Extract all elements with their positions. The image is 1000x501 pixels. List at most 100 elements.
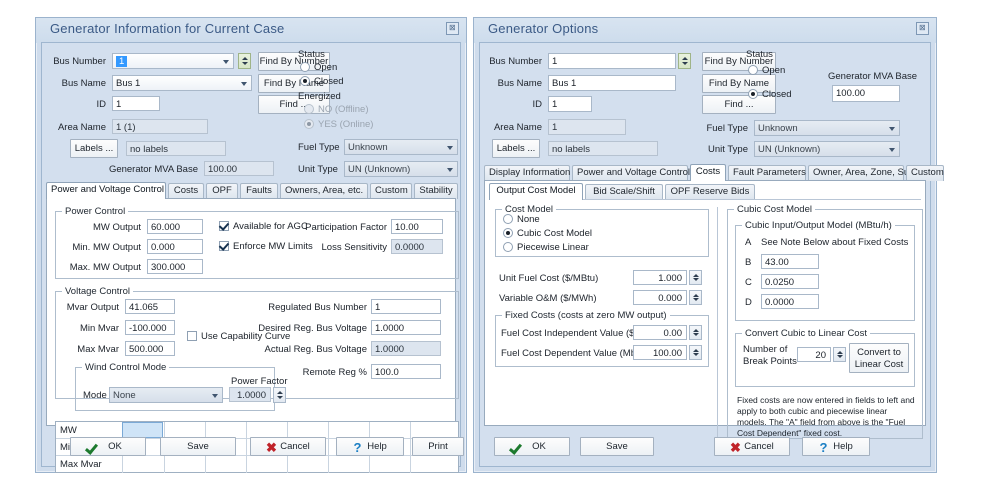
unit-type-combo[interactable]: UN (Unknown)	[344, 161, 458, 177]
labels-button[interactable]: Labels ...	[70, 139, 118, 158]
grid-cell[interactable]	[328, 456, 369, 473]
grid-cell[interactable]	[164, 422, 205, 438]
bus-number-spinner[interactable]	[678, 53, 691, 69]
fuel-cost-dependent-spinner[interactable]	[689, 345, 702, 360]
ok-button[interactable]: OK	[70, 437, 146, 456]
grid-cell[interactable]	[246, 456, 287, 473]
cost-model-piecewise-radio[interactable]: Piecewise Linear	[503, 242, 589, 253]
tab-owners-area-etc[interactable]: Owners, Area, etc.	[280, 183, 368, 199]
grid-cell[interactable]	[410, 456, 451, 473]
grid-cell[interactable]	[205, 456, 246, 473]
mw-output-label: MW Output	[92, 222, 141, 233]
variable-om-spinner[interactable]	[689, 290, 702, 305]
cost-model-cubic-radio[interactable]: Cubic Cost Model	[503, 228, 592, 239]
tab-power-and-voltage-control[interactable]: Power and Voltage Control	[46, 182, 166, 199]
bus-name-field[interactable]: Bus 1	[548, 75, 676, 91]
desired-reg-bus-voltage-field[interactable]: 1.0000	[371, 320, 441, 335]
tab-opf[interactable]: OPF	[206, 183, 238, 199]
tab-custom[interactable]: Custom	[906, 165, 944, 181]
break-points-spinner[interactable]	[833, 347, 846, 362]
power-factor-spinner[interactable]	[273, 387, 286, 403]
grid-cell[interactable]	[164, 456, 205, 473]
tab-display-information[interactable]: Display Information	[484, 165, 570, 181]
mvar-output-label: Mvar Output	[66, 302, 119, 313]
tab-power-and-voltage-control[interactable]: Power and Voltage Control	[572, 165, 690, 181]
fuel-type-combo[interactable]: Unknown	[344, 139, 458, 155]
energized-no-radio[interactable]: NO (Offline)	[304, 104, 369, 115]
min-mw-output-field[interactable]: 0.000	[147, 239, 203, 254]
tab-stability[interactable]: Stability	[414, 183, 458, 199]
coefficient-c-field[interactable]: 0.0250	[761, 274, 819, 289]
fuel-type-combo[interactable]: Unknown	[754, 120, 900, 136]
save-button[interactable]: Save	[160, 437, 236, 456]
wind-mode-combo[interactable]: None	[109, 387, 223, 403]
available-for-agc-checkbox[interactable]: Available for AGC	[219, 221, 308, 232]
grid-cell[interactable]	[369, 422, 410, 438]
cancel-button[interactable]: ✖ Cancel	[714, 437, 790, 456]
help-button[interactable]: ? Help	[336, 437, 404, 456]
unit-type-combo[interactable]: UN (Unknown)	[754, 141, 900, 157]
tab-owner-area-zone-sub[interactable]: Owner, Area, Zone, Sub	[808, 165, 914, 181]
labels-button[interactable]: Labels ...	[492, 139, 540, 158]
subtab-opf-reserve-bids[interactable]: OPF Reserve Bids	[665, 184, 755, 200]
tab-costs[interactable]: Costs	[168, 183, 204, 199]
status-open-radio[interactable]: Open	[748, 65, 785, 76]
coefficient-d-field[interactable]: 0.0000	[761, 294, 819, 309]
cost-model-none-radio[interactable]: None	[503, 214, 540, 225]
table-row[interactable]: Max Mvar	[56, 456, 458, 473]
id-field[interactable]: 1	[112, 96, 160, 111]
min-mvar-field[interactable]: -100.000	[125, 320, 175, 335]
grid-cell[interactable]	[287, 422, 328, 438]
close-icon[interactable]: ⊠	[916, 22, 929, 35]
bus-number-spinner[interactable]	[238, 53, 251, 69]
remote-reg-percent-field[interactable]: 100.0	[371, 364, 441, 379]
status-closed-radio[interactable]: Closed	[300, 76, 344, 87]
regulated-bus-number-field[interactable]: 1	[371, 299, 441, 314]
convert-to-linear-cost-button[interactable]: Convert to Linear Cost	[849, 343, 909, 373]
grid-cell[interactable]	[122, 456, 163, 473]
max-mvar-field[interactable]: 500.000	[125, 341, 175, 356]
unit-fuel-cost-field[interactable]: 1.000	[633, 270, 687, 285]
energized-yes-radio[interactable]: YES (Online)	[304, 119, 373, 130]
generator-mva-base-field[interactable]: 100.00	[832, 85, 900, 102]
tab-fault-parameters[interactable]: Fault Parameters	[728, 165, 806, 181]
save-button[interactable]: Save	[580, 437, 654, 456]
grid-cell[interactable]	[122, 422, 163, 438]
print-button[interactable]: Print	[412, 437, 464, 456]
help-button[interactable]: ? Help	[802, 437, 870, 456]
max-mw-output-field[interactable]: 300.000	[147, 259, 203, 274]
participation-factor-field[interactable]: 10.00	[391, 219, 443, 234]
enforce-mw-limits-checkbox[interactable]: Enforce MW Limits	[219, 241, 313, 252]
cancel-button[interactable]: ✖ Cancel	[250, 437, 326, 456]
mvar-output-field[interactable]: 41.065	[125, 299, 175, 314]
labels-value-field: no labels	[126, 141, 226, 156]
grid-cell[interactable]	[205, 422, 246, 438]
tab-custom[interactable]: Custom	[370, 183, 412, 199]
break-points-field[interactable]: 20	[797, 347, 831, 362]
subtab-bid-scale-shift[interactable]: Bid Scale/Shift	[585, 184, 663, 200]
mw-output-field[interactable]: 60.000	[147, 219, 203, 234]
fuel-cost-independent-spinner[interactable]	[689, 325, 702, 340]
unit-fuel-cost-spinner[interactable]	[689, 270, 702, 285]
fuel-cost-dependent-field[interactable]: 100.00	[633, 345, 687, 360]
grid-cell[interactable]	[246, 422, 287, 438]
grid-cell[interactable]	[328, 422, 369, 438]
bus-number-field[interactable]: 1	[548, 53, 676, 69]
fuel-cost-independent-field[interactable]: 0.00	[633, 325, 687, 340]
status-open-radio[interactable]: Open	[300, 62, 337, 73]
tab-costs[interactable]: Costs	[690, 164, 726, 181]
variable-om-field[interactable]: 0.000	[633, 290, 687, 305]
coefficient-b-field[interactable]: 43.00	[761, 254, 819, 269]
ok-button[interactable]: OK	[494, 437, 570, 456]
grid-cell[interactable]	[287, 456, 328, 473]
status-closed-radio[interactable]: Closed	[748, 89, 792, 100]
subtab-output-cost-model[interactable]: Output Cost Model	[489, 183, 583, 200]
tab-faults[interactable]: Faults	[240, 183, 278, 199]
grid-cell[interactable]	[369, 456, 410, 473]
close-icon[interactable]: ⊠	[446, 22, 459, 35]
bus-number-combo[interactable]: 1	[112, 53, 234, 69]
grid-cell[interactable]	[410, 422, 451, 438]
bus-name-combo[interactable]: Bus 1	[112, 75, 252, 91]
id-field[interactable]: 1	[548, 96, 592, 112]
break-points-label-line2: Break Points	[743, 356, 797, 367]
